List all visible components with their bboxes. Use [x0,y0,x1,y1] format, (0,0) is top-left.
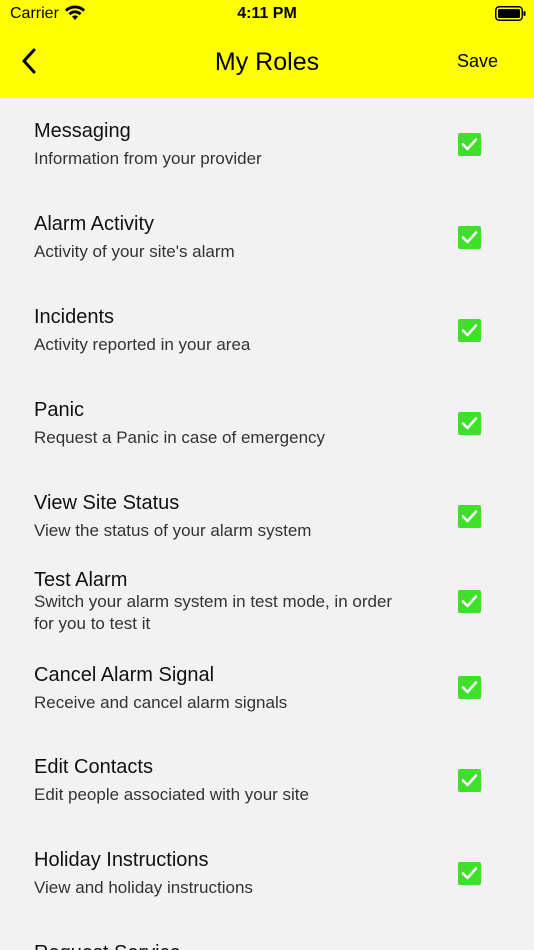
page-title: My Roles [214,48,320,76]
clock: 4:11 PM [237,5,297,22]
checkmark-icon [461,510,478,523]
checkmark-icon [461,595,478,608]
role-title: Panic [34,399,85,421]
role-description: View and holiday instructions [34,878,253,897]
role-checkbox[interactable] [458,676,481,699]
status-bar: Carrier 4:11 PM [0,0,534,28]
role-title: Incidents [34,306,115,328]
role-description: Activity of your site's alarm [34,242,235,261]
checkmark-icon [461,774,478,787]
checkmark-icon [461,681,478,694]
role-row-request-service: Request Service [0,921,534,950]
role-checkbox[interactable] [458,590,481,613]
checkmark-icon [461,138,478,151]
role-title: Alarm Activity [34,213,155,235]
role-title: Holiday Instructions [34,849,209,871]
role-title: Request Service [34,942,181,950]
role-checkbox[interactable] [458,226,481,249]
checkmark-icon [461,324,478,337]
role-description: Receive and cancel alarm signals [34,693,288,712]
checkmark-icon [461,867,478,880]
role-checkbox[interactable] [458,412,481,435]
role-checkbox[interactable] [458,133,481,156]
role-description: Request a Panic in case of emergency [34,428,326,447]
role-description: Switch your alarm system in test mode, i… [34,592,393,633]
header: Carrier 4:11 PM My Roles Save [0,0,534,98]
role-title: Test Alarm [34,569,128,591]
role-title: Cancel Alarm Signal [34,664,215,686]
save-button[interactable]: Save [457,51,498,72]
role-checkbox[interactable] [458,769,481,792]
role-description: View the status of your alarm system [34,521,312,540]
checkmark-icon [461,231,478,244]
role-description: Activity reported in your area [34,335,251,354]
role-description: Edit people associated with your site [34,785,309,804]
role-checkbox[interactable] [458,505,481,528]
role-checkbox[interactable] [458,319,481,342]
role-checkbox[interactable] [458,862,481,885]
navigation-bar: My Roles Save [0,28,534,98]
checkmark-icon [461,417,478,430]
battery-icon [495,6,526,21]
role-title: Edit Contacts [34,756,153,778]
role-description: Information from your provider [34,149,262,168]
role-title: Messaging [34,120,131,142]
role-title: View Site Status [34,492,180,514]
